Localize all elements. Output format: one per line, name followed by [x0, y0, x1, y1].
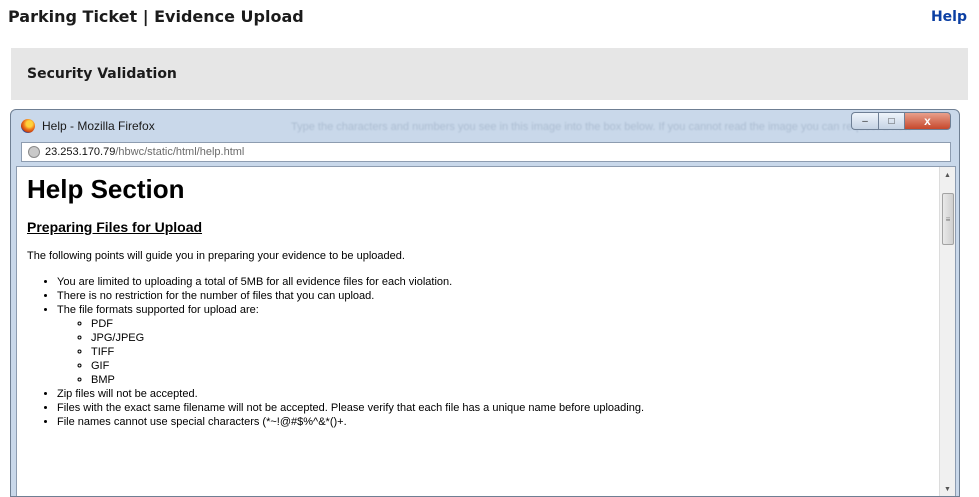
list-item: You are limited to uploading a total of … — [57, 275, 927, 289]
window-controls: – □ x — [851, 112, 951, 130]
window-titlebar: Help - Mozilla Firefox — [21, 116, 155, 136]
security-validation-title: Security Validation — [27, 66, 177, 82]
formats-list: PDF JPG/JPEG TIFF GIF BMP — [57, 317, 927, 387]
help-intro: The following points will guide you in p… — [27, 250, 405, 262]
scrollbar-thumb[interactable]: ≡ — [942, 193, 954, 245]
background-page-text: Type the characters and numbers you see … — [291, 121, 912, 133]
list-item-text: The file formats supported for upload ar… — [57, 304, 259, 316]
security-validation-panel: Security Validation — [11, 48, 968, 100]
scroll-up-arrow-icon[interactable]: ▲ — [940, 167, 955, 183]
firefox-icon — [21, 119, 35, 133]
list-item: Files with the exact same filename will … — [57, 401, 927, 415]
format-item: TIFF — [91, 345, 927, 359]
help-points-list: You are limited to uploading a total of … — [27, 275, 927, 429]
minimize-button[interactable]: – — [851, 112, 878, 130]
help-heading: Help Section — [27, 174, 185, 204]
help-subheading: Preparing Files for Upload — [27, 219, 203, 235]
globe-icon — [28, 146, 40, 158]
maximize-button[interactable]: □ — [878, 112, 905, 130]
format-item: PDF — [91, 317, 927, 331]
list-item: The file formats supported for upload ar… — [57, 303, 927, 387]
address-bar[interactable]: 23.253.170.79/hbwc/static/html/help.html — [21, 142, 951, 162]
list-item: File names cannot use special characters… — [57, 415, 927, 429]
list-item: There is no restriction for the number o… — [57, 289, 927, 303]
page-title: Parking Ticket | Evidence Upload — [8, 7, 304, 26]
format-item: JPG/JPEG — [91, 331, 927, 345]
format-item: BMP — [91, 373, 927, 387]
list-item: Zip files will not be accepted. — [57, 387, 927, 401]
address-host: 23.253.170.79 — [45, 146, 116, 158]
help-document: Help Section Preparing Files for Upload … — [27, 167, 927, 429]
close-button[interactable]: x — [905, 112, 951, 130]
help-content-area: Help Section Preparing Files for Upload … — [16, 166, 956, 496]
vertical-scrollbar[interactable]: ▲ ≡ ▼ — [939, 167, 955, 496]
window-title: Help - Mozilla Firefox — [42, 119, 155, 133]
help-popup-window: Type the characters and numbers you see … — [10, 109, 960, 497]
address-path: /hbwc/static/html/help.html — [115, 146, 245, 158]
format-item: GIF — [91, 359, 927, 373]
help-link[interactable]: Help — [931, 9, 967, 25]
scroll-down-arrow-icon[interactable]: ▼ — [940, 481, 955, 496]
